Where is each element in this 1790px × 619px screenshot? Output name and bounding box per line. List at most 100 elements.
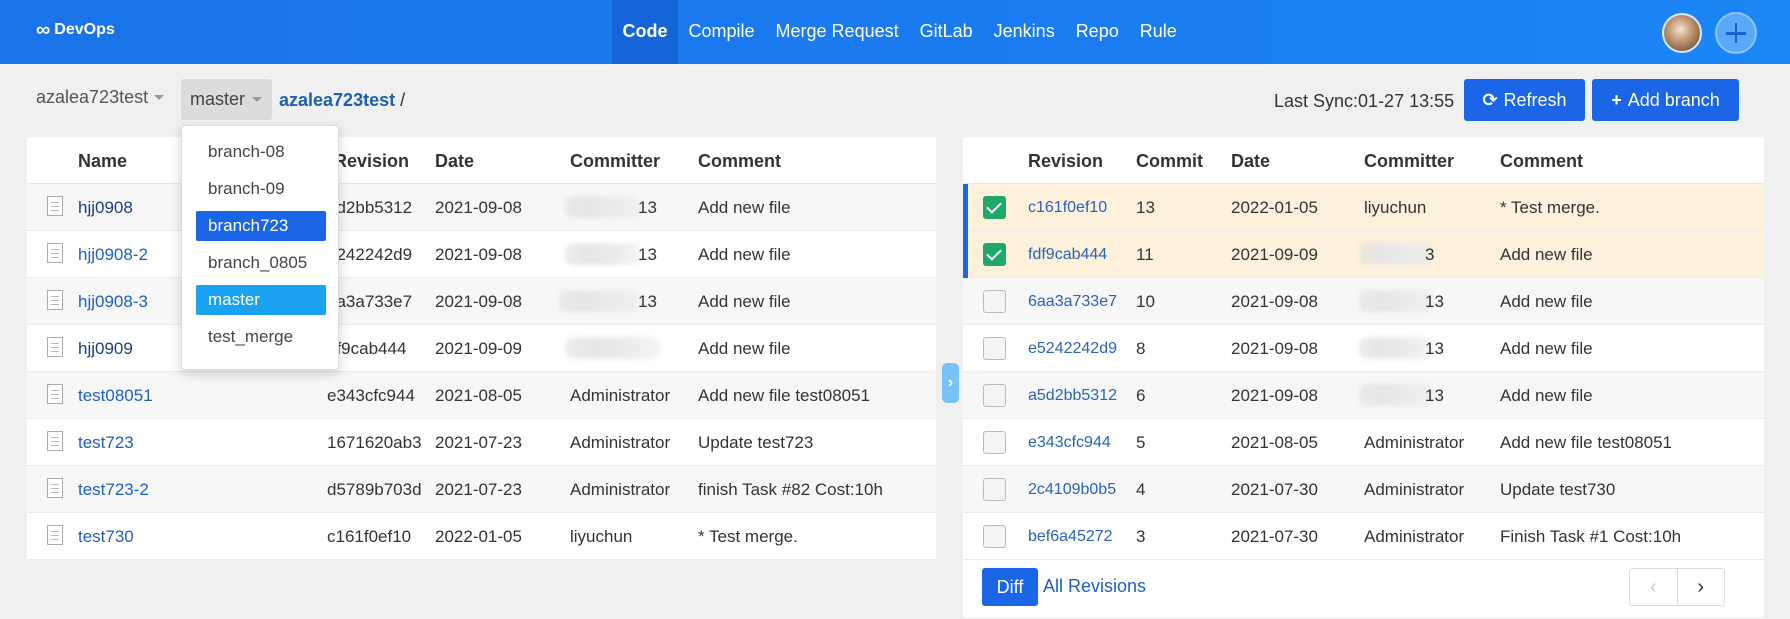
- branch-option[interactable]: branch723: [196, 211, 326, 241]
- file-row[interactable]: hjj0909 df9cab444 2021-09-09 Add new file: [27, 325, 936, 372]
- col-date[interactable]: Date: [435, 151, 474, 172]
- col-comment[interactable]: Comment: [1500, 151, 1583, 172]
- col-revision[interactable]: Revision: [334, 151, 409, 172]
- file-name[interactable]: test723-2: [78, 480, 149, 500]
- branch-select[interactable]: master: [181, 79, 272, 120]
- file-name[interactable]: test08051: [78, 386, 153, 406]
- revision-checkbox[interactable]: [983, 337, 1006, 360]
- revision-row[interactable]: fdf9cab444 11 2021-09-09 3 Add new file: [963, 231, 1764, 278]
- file-comment: * Test merge.: [698, 527, 798, 546]
- branch-option[interactable]: branch_0805: [196, 248, 326, 278]
- revision-comment: * Test merge.: [1500, 198, 1600, 217]
- revision-checkbox[interactable]: [983, 243, 1006, 266]
- chevron-right-icon[interactable]: ›: [1678, 569, 1725, 605]
- nav-jenkins[interactable]: Jenkins: [983, 0, 1065, 64]
- file-name[interactable]: hjj0908: [78, 198, 133, 218]
- revision-hash[interactable]: c161f0ef10: [1028, 199, 1107, 217]
- revision-checkbox[interactable]: [983, 196, 1006, 219]
- file-committer: 13: [638, 198, 657, 217]
- logo[interactable]: ∞ DevOps: [36, 20, 115, 40]
- revision-row[interactable]: bef6a45272 3 2021-07-30 Administrator Finish…: [963, 513, 1764, 560]
- col-committer[interactable]: Committer: [570, 151, 660, 172]
- revision-row[interactable]: a5d2bb5312 6 2021-09-08 13 Add new file: [963, 372, 1764, 419]
- branch-option[interactable]: test_merge: [196, 322, 326, 352]
- col-commit[interactable]: Commit: [1136, 151, 1203, 172]
- revision-hash[interactable]: 6aa3a733e7: [1028, 293, 1117, 311]
- revision-comment: Finish Task #1 Cost:10h: [1500, 527, 1682, 546]
- chevron-left-icon[interactable]: ‹: [1630, 569, 1678, 605]
- file-name[interactable]: test730: [78, 527, 134, 547]
- file-date: 2022-01-05: [435, 527, 522, 546]
- top-bar: ∞ DevOps Code Compile Merge Request GitL…: [0, 0, 1790, 64]
- revision-row[interactable]: 6aa3a733e7 10 2021-09-08 13 Add new file: [963, 278, 1764, 325]
- revision-hash[interactable]: e5242242d9: [1028, 340, 1117, 358]
- revision-row[interactable]: c161f0ef10 13 2022-01-05 liyuchun * Test mer…: [963, 184, 1764, 231]
- redacted-name: [559, 290, 639, 312]
- file-row[interactable]: test723 1671620ab3 2021-07-23 Administrator…: [27, 419, 936, 466]
- nav-repo[interactable]: Repo: [1065, 0, 1129, 64]
- user-avatar[interactable]: [1662, 13, 1702, 53]
- redacted-name: [565, 196, 640, 218]
- redacted-name: [1359, 243, 1434, 265]
- diff-button[interactable]: Diff: [982, 568, 1038, 606]
- revision-checkbox[interactable]: [983, 431, 1006, 454]
- file-row[interactable]: test730 c161f0ef10 2022-01-05 liyuchun * Tes…: [27, 513, 936, 560]
- revision-row[interactable]: e5242242d9 8 2021-09-08 13 Add new file: [963, 325, 1764, 372]
- col-name[interactable]: Name: [78, 151, 127, 172]
- file-row[interactable]: test723-2 d5789b703d 2021-07-23 Administrat…: [27, 466, 936, 513]
- file-icon: [47, 431, 63, 451]
- nav-rule[interactable]: Rule: [1129, 0, 1187, 64]
- revision-hash[interactable]: a5d2bb5312: [1028, 387, 1117, 405]
- file-row[interactable]: hjj0908-2 5242242d9 2021-09-08 13 Add new fi…: [27, 231, 936, 278]
- nav-gitlab[interactable]: GitLab: [909, 0, 983, 64]
- repo-select[interactable]: azalea723test: [36, 87, 165, 108]
- nav-merge-request[interactable]: Merge Request: [765, 0, 909, 64]
- branch-option[interactable]: master: [196, 285, 326, 315]
- revision-checkbox[interactable]: [983, 478, 1006, 501]
- revision-checkbox[interactable]: [983, 525, 1006, 548]
- file-row[interactable]: test08051 e343cfc944 2021-08-05 Administrat…: [27, 372, 936, 419]
- file-name[interactable]: hjj0909: [78, 339, 133, 359]
- revision-hash[interactable]: 2c4109b0b5: [1028, 481, 1116, 499]
- col-date[interactable]: Date: [1231, 151, 1270, 172]
- last-sync-text: Last Sync:01-27 13:55: [1274, 91, 1455, 111]
- col-committer[interactable]: Committer: [1364, 151, 1454, 172]
- nav-code[interactable]: Code: [612, 0, 678, 64]
- revision-committer: 13: [1425, 339, 1444, 358]
- file-date: 2021-07-23: [435, 480, 522, 499]
- add-branch-button[interactable]: + Add branch: [1592, 79, 1739, 121]
- revision-checkbox[interactable]: [983, 384, 1006, 407]
- revision-row[interactable]: 2c4109b0b5 4 2021-07-30 Administrator Update…: [963, 466, 1764, 513]
- revision-date: 2021-09-08: [1231, 386, 1318, 405]
- nav-compile[interactable]: Compile: [678, 0, 765, 64]
- file-revision: 5242242d9: [327, 245, 413, 264]
- col-revision[interactable]: Revision: [1028, 151, 1103, 172]
- file-name[interactable]: hjj0908-3: [78, 292, 148, 312]
- file-icon: [47, 243, 63, 263]
- revision-hash[interactable]: e343cfc944: [1028, 434, 1111, 452]
- revision-comment: Add new file test08051: [1500, 433, 1673, 452]
- revision-comment: Add new file: [1500, 245, 1593, 264]
- revision-hash[interactable]: bef6a45272: [1028, 528, 1113, 546]
- col-comment[interactable]: Comment: [698, 151, 781, 172]
- revision-checkbox[interactable]: [983, 290, 1006, 313]
- all-revisions-link[interactable]: All Revisions: [1043, 576, 1146, 597]
- chevron-right-icon[interactable]: ›: [942, 363, 959, 403]
- branch-option[interactable]: branch-08: [196, 137, 326, 167]
- refresh-button[interactable]: ⟳ Refresh: [1464, 79, 1585, 121]
- file-committer: Administrator: [570, 433, 671, 452]
- file-name[interactable]: hjj0908-2: [78, 245, 148, 265]
- file-row[interactable]: hjj0908 5d2bb5312 2021-09-08 13 Add new file: [27, 184, 936, 231]
- revision-commit: 8: [1136, 339, 1146, 358]
- plus-icon[interactable]: [1715, 12, 1757, 54]
- revision-committer: 3: [1425, 245, 1435, 264]
- caret-down-icon: [154, 95, 165, 100]
- file-name[interactable]: test723: [78, 433, 134, 453]
- revision-row[interactable]: e343cfc944 5 2021-08-05 Administrator Add ne…: [963, 419, 1764, 466]
- file-row[interactable]: hjj0908-3 aa3a733e7 2021-09-08 13 Add new fi…: [27, 278, 936, 325]
- breadcrumb-repo[interactable]: azalea723test: [279, 90, 395, 110]
- branch-option[interactable]: branch-09: [196, 174, 326, 204]
- revision-commit: 6: [1136, 386, 1146, 405]
- plus-icon: +: [1611, 89, 1622, 110]
- revision-hash[interactable]: fdf9cab444: [1028, 246, 1107, 264]
